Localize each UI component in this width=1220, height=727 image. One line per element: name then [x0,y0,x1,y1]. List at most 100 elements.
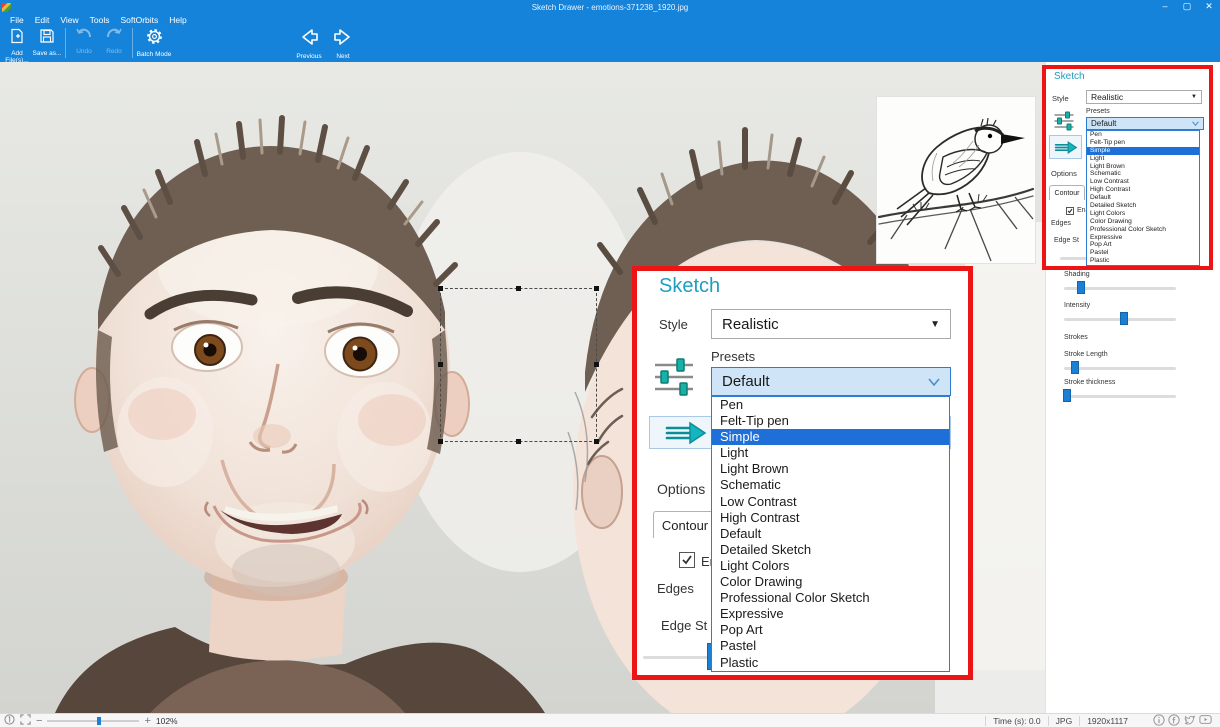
marquee-handle[interactable] [438,439,443,444]
marquee-handle[interactable] [594,286,599,291]
save-as-button[interactable]: Save as... [32,28,62,57]
slider-handle[interactable] [1063,389,1072,402]
preset-option-plastic[interactable]: Plastic [712,655,949,671]
preset-option-pen[interactable]: Pen [1087,131,1199,139]
presets-combobox[interactable]: Default [1086,117,1204,130]
info-icon[interactable] [1153,713,1165,727]
tab-contour[interactable]: Contour [653,511,717,538]
enable-edges-checkbox[interactable] [679,552,695,568]
undo-button[interactable]: Undo [69,28,99,55]
intensity-slider[interactable] [1064,312,1176,325]
twitter-icon[interactable] [1183,714,1196,727]
style-combobox[interactable]: Realistic ▼ [1086,90,1202,104]
save-as-label: Save as... [32,50,62,57]
previous-label: Previous [296,53,322,60]
actual-size-icon[interactable] [4,714,15,727]
menu-tools[interactable]: Tools [90,15,110,25]
sketch-panel: Sketch Style Realistic ▼ Presets Default [1042,65,1213,270]
preset-option-detailed-sketch[interactable]: Detailed Sketch [712,542,949,558]
preset-option-expressive[interactable]: Expressive [712,606,949,622]
apply-style-button[interactable] [1049,135,1082,159]
preset-option-color-drawing[interactable]: Color Drawing [712,574,949,590]
add-files-button[interactable]: Add File(s)... [2,28,32,64]
preset-option-pastel[interactable]: Pastel [1087,249,1199,257]
preset-option-pop-art[interactable]: Pop Art [1087,241,1199,249]
add-file-icon [9,28,25,49]
marquee-handle[interactable] [438,286,443,291]
preset-option-felt-tip-pen[interactable]: Felt-Tip pen [712,413,949,429]
zoom-slider[interactable] [47,716,140,726]
zoom-out-button[interactable]: − [36,715,42,726]
preset-option-pen[interactable]: Pen [712,397,949,413]
stroke-length-slider[interactable] [1064,361,1176,374]
style-combobox[interactable]: Realistic ▼ [711,309,951,339]
preset-option-felt-tip-pen[interactable]: Felt-Tip pen [1087,139,1199,147]
preset-option-light-colors[interactable]: Light Colors [712,558,949,574]
slider-handle[interactable] [1120,312,1129,325]
preset-option-pop-art[interactable]: Pop Art [712,622,949,638]
chevron-down-icon [928,373,940,390]
slider-handle[interactable] [1071,361,1080,374]
presets-combobox[interactable]: Default [711,367,951,396]
zoom-in-button[interactable]: + [144,715,150,726]
bird-sketch [877,117,1035,262]
presets-label: Presets [1086,108,1110,115]
preset-option-high-contrast[interactable]: High Contrast [1087,186,1199,194]
preset-option-low-contrast[interactable]: Low Contrast [1087,178,1199,186]
preset-option-default[interactable]: Default [712,526,949,542]
preset-option-schematic[interactable]: Schematic [712,477,949,493]
batch-mode-button[interactable]: Batch Mode [136,28,172,58]
preset-option-simple[interactable]: Simple [1087,146,1199,155]
marquee-handle[interactable] [515,439,521,444]
shading-slider[interactable] [1064,281,1176,294]
menu-help[interactable]: Help [169,15,186,25]
marquee-handle[interactable] [594,439,599,444]
menu-softorbits[interactable]: SoftOrbits [120,15,158,25]
preset-option-detailed-sketch[interactable]: Detailed Sketch [1087,202,1199,210]
preset-option-light[interactable]: Light [1087,155,1199,163]
facebook-icon[interactable] [1168,713,1180,727]
preset-option-default[interactable]: Default [1087,194,1199,202]
presets-dropdown-list: Pen Felt-Tip pen Simple Light Light Brown Sch… [1086,130,1200,267]
menu-view[interactable]: View [60,15,78,25]
selection-marquee[interactable] [438,286,599,444]
zoom-slider-handle[interactable] [96,716,101,725]
enable-edges-checkbox[interactable] [1066,207,1074,215]
slider-handle[interactable] [1076,281,1085,294]
tab-contour[interactable]: Contour [1049,185,1085,200]
preset-option-simple[interactable]: Simple [712,429,949,446]
preset-option-professional-color-sketch[interactable]: Professional Color Sketch [712,590,949,606]
right-sidebar: Sketch Style Realistic ▼ Presets Default [1042,62,1220,713]
edge-strength-label: Edge St [661,618,708,633]
redo-label: Redo [106,48,122,55]
preset-option-low-contrast[interactable]: Low Contrast [712,494,949,510]
redo-button[interactable]: Redo [99,28,129,55]
marquee-handle[interactable] [515,286,521,291]
next-button[interactable]: Next [326,28,360,60]
preset-option-professional-color-sketch[interactable]: Professional Color Sketch [1087,226,1199,234]
preset-option-expressive[interactable]: Expressive [1087,234,1199,242]
slider-track [1064,394,1176,398]
preset-option-plastic[interactable]: Plastic [1087,257,1199,265]
fit-screen-icon[interactable] [20,714,31,727]
preset-option-high-contrast[interactable]: High Contrast [712,510,949,526]
marquee-handle[interactable] [594,362,599,367]
preset-option-color-drawing[interactable]: Color Drawing [1087,218,1199,226]
preset-option-pastel[interactable]: Pastel [712,638,949,654]
preset-option-light-brown[interactable]: Light Brown [1087,163,1199,171]
preset-option-light-colors[interactable]: Light Colors [1087,210,1199,218]
presets-value: Default [1091,119,1117,128]
youtube-icon[interactable] [1199,714,1212,727]
marquee-handle[interactable] [438,362,443,367]
preset-option-schematic[interactable]: Schematic [1087,170,1199,178]
adjust-sliders-icon [653,357,695,402]
preset-option-light[interactable]: Light [712,445,949,461]
title-bar: Sketch Drawer - emotions-371238_1920.jpg… [0,0,1220,14]
previous-button[interactable]: Previous [292,28,326,60]
preset-option-light-brown[interactable]: Light Brown [712,461,949,477]
edges-label: Edges [657,581,694,596]
toolbar-separator [132,28,133,58]
stroke-thickness-slider[interactable] [1063,389,1176,402]
menu-file[interactable]: File [10,15,24,25]
menu-edit[interactable]: Edit [35,15,50,25]
